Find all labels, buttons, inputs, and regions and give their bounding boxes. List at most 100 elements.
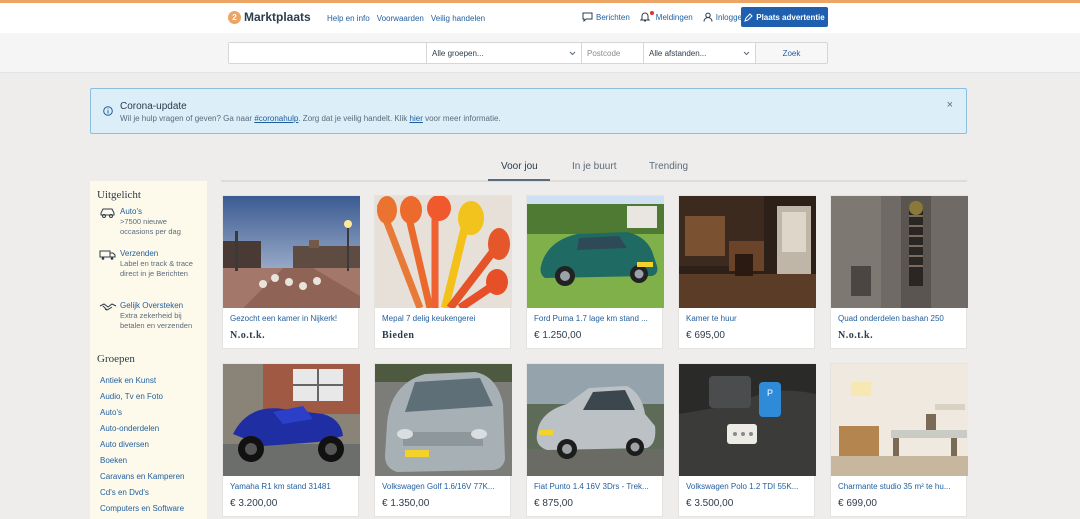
feed-tabs: Voor jou In je buurt Trending xyxy=(221,155,967,182)
featured-oversteken-title: Gelijk Oversteken xyxy=(120,301,184,310)
listing-card[interactable]: Mepal 7 delig keukengerei Bieden xyxy=(374,195,512,349)
distance-value: Alle afstanden... xyxy=(649,48,707,58)
logo-text: Marktplaats xyxy=(244,10,311,24)
listing-card[interactable]: Ford Puma 1.7 lage km stand ... € 1.250,… xyxy=(526,195,664,349)
listing-card[interactable]: Yamaha R1 km stand 31481 € 3.200,00 xyxy=(222,363,360,517)
search-input[interactable] xyxy=(229,43,427,63)
listing-price: € 1.350,00 xyxy=(382,498,430,509)
banner-text-3: voor meer informatie. xyxy=(422,114,501,123)
listing-price: € 1.250,00 xyxy=(534,330,582,341)
close-icon[interactable]: × xyxy=(947,99,953,111)
banner-text-1: Wil je hulp vragen of geven? Ga naar xyxy=(120,114,255,123)
listing-image xyxy=(223,196,360,308)
sidebar-item-caravans[interactable]: Caravans en Kamperen xyxy=(100,472,185,481)
header-actions: Berichten Meldingen Inloggen xyxy=(582,11,756,22)
listing-image xyxy=(527,196,664,308)
place-ad-label: Plaats advertentie xyxy=(756,12,825,22)
notifications-link[interactable]: Meldingen xyxy=(639,11,693,22)
help-link[interactable]: Help en info xyxy=(327,14,370,23)
handshake-icon xyxy=(99,303,117,311)
featured-oversteken-desc: Extra zekerheid bij betalen en verzenden xyxy=(120,311,193,330)
sidebar-item-computers[interactable]: Computers en Software xyxy=(100,504,184,513)
listing-card[interactable]: Kamer te huur € 695,00 xyxy=(678,195,816,349)
category-select[interactable]: Alle groepen... xyxy=(427,43,582,63)
terms-link[interactable]: Voorwaarden xyxy=(377,14,424,23)
featured-item-gelijk-oversteken[interactable]: Gelijk Oversteken Extra zekerheid bij be… xyxy=(99,300,199,331)
truck-icon xyxy=(99,250,116,260)
listing-card[interactable]: Fiat Punto 1.4 16V 3Drs - Trek... € 875,… xyxy=(526,363,664,517)
listing-image xyxy=(831,364,968,476)
listing-image xyxy=(831,196,968,308)
listing-title: Volkswagen Golf 1.6/16V 77K... xyxy=(382,482,495,491)
listing-image xyxy=(375,196,512,308)
user-icon xyxy=(703,12,713,22)
banner-title: Corona-update xyxy=(120,101,187,112)
chevron-down-icon xyxy=(743,51,750,55)
car-icon xyxy=(100,208,115,218)
coronahulp-link[interactable]: #coronahulp xyxy=(254,114,298,123)
listing-price: € 3.500,00 xyxy=(686,498,734,509)
distance-select[interactable]: Alle afstanden... xyxy=(644,43,756,63)
header-nav: Help en info Voorwaarden Veilig handelen xyxy=(327,14,485,23)
listing-image xyxy=(527,364,664,476)
tab-voor-jou[interactable]: Voor jou xyxy=(501,161,538,172)
info-icon xyxy=(103,106,113,116)
sidebar-item-autos[interactable]: Auto's xyxy=(100,408,122,417)
category-value: Alle groepen... xyxy=(432,48,484,58)
listing-image xyxy=(375,364,512,476)
listing-card[interactable]: Volkswagen Golf 1.6/16V 77K... € 1.350,0… xyxy=(374,363,512,517)
bell-icon xyxy=(639,11,654,22)
listing-price: € 3.200,00 xyxy=(230,498,278,509)
featured-autos-title: Auto's xyxy=(120,207,142,216)
tab-in-je-buurt[interactable]: In je buurt xyxy=(572,161,616,172)
pencil-icon xyxy=(744,12,753,22)
safe-trading-link[interactable]: Veilig handelen xyxy=(431,14,485,23)
notification-dot xyxy=(649,11,654,15)
banner-text-2: . Zorg dat je veilig handelt. Klik xyxy=(298,114,410,123)
chevron-down-icon xyxy=(569,51,576,55)
notifications-label: Meldingen xyxy=(655,12,693,22)
listing-price: € 875,00 xyxy=(534,498,573,509)
listing-title: Volkswagen Polo 1.2 TDI 55K... xyxy=(686,482,799,491)
listing-title: Ford Puma 1.7 lage km stand ... xyxy=(534,314,648,323)
listing-card[interactable]: P Volkswagen Polo 1.2 TDI 55K... € 3.500… xyxy=(678,363,816,517)
banner-text: Wil je hulp vragen of geven? Ga naar #co… xyxy=(120,114,501,123)
search-form: Alle groepen... Alle afstanden... Zoek xyxy=(228,42,828,64)
listing-card[interactable]: Quad onderdelen bashan 250 N.o.t.k. xyxy=(830,195,968,349)
featured-title: Uitgelicht xyxy=(97,189,141,201)
listing-card[interactable]: Gezocht een kamer in Nijkerk! N.o.t.k. xyxy=(222,195,360,349)
logo-badge: 2 xyxy=(228,10,241,24)
listing-image: P xyxy=(679,364,816,476)
marktplaats-logo[interactable]: 2 Marktplaats xyxy=(228,10,311,24)
groups-title: Groepen xyxy=(97,353,135,365)
corona-banner: Corona-update Wil je hulp vragen of geve… xyxy=(90,88,967,134)
sidebar-item-cds[interactable]: Cd's en Dvd's xyxy=(100,488,149,497)
listing-price: N.o.t.k. xyxy=(230,330,266,341)
sidebar-item-auto-onderdelen[interactable]: Auto-onderdelen xyxy=(100,424,159,433)
listing-title: Quad onderdelen bashan 250 xyxy=(838,314,944,323)
svg-text:P: P xyxy=(767,388,773,398)
listing-card[interactable]: Charmante studio 35 m² te hu... € 699,00 xyxy=(830,363,968,517)
search-button[interactable]: Zoek xyxy=(756,43,827,63)
postcode-input[interactable] xyxy=(582,43,644,63)
listing-image xyxy=(679,196,816,308)
listing-price: N.o.t.k. xyxy=(838,330,874,341)
login-link[interactable]: Inloggen xyxy=(703,12,746,22)
featured-item-autos[interactable]: Auto's >7500 nieuwe occasions per dag xyxy=(99,206,199,237)
listing-title: Mepal 7 delig keukengerei xyxy=(382,314,476,323)
featured-item-verzenden[interactable]: Verzenden Label en track & trace direct … xyxy=(99,248,199,279)
tab-trending[interactable]: Trending xyxy=(649,161,688,172)
messages-label: Berichten xyxy=(596,12,630,22)
featured-verzenden-desc: Label en track & trace direct in je Beri… xyxy=(120,259,193,278)
listing-price: € 695,00 xyxy=(686,330,725,341)
sidebar-item-antiek[interactable]: Antiek en Kunst xyxy=(100,376,156,385)
listing-image xyxy=(223,364,360,476)
header: 2 Marktplaats Help en info Voorwaarden V… xyxy=(0,3,1080,33)
messages-link[interactable]: Berichten xyxy=(582,12,630,22)
more-info-link[interactable]: hier xyxy=(410,114,423,123)
sidebar-item-boeken[interactable]: Boeken xyxy=(100,456,127,465)
listing-title: Kamer te huur xyxy=(686,314,737,323)
sidebar-item-auto-diversen[interactable]: Auto diversen xyxy=(100,440,149,449)
place-ad-button[interactable]: Plaats advertentie xyxy=(741,7,828,27)
sidebar-item-audio[interactable]: Audio, Tv en Foto xyxy=(100,392,163,401)
